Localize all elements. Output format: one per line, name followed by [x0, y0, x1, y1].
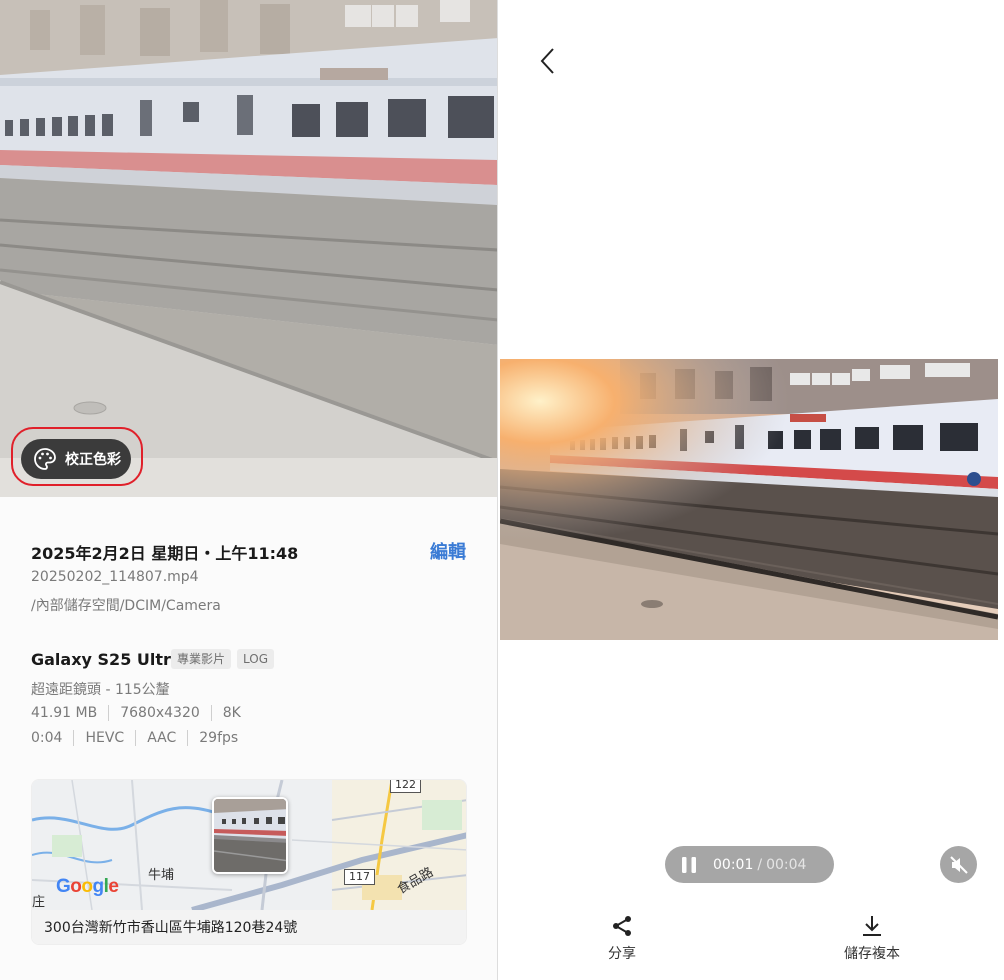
correct-color-label: 校正色彩: [65, 452, 121, 468]
video-frame[interactable]: [500, 359, 998, 640]
device-model: Galaxy S25 Ultra: [31, 650, 182, 669]
location-address: 300台灣新竹市香山區牛埔路120巷24號: [32, 910, 466, 944]
lens-info: 超遠距鏡頭 - 115公釐: [31, 682, 170, 698]
video-player-panel: 00:01 / 00:04 分享 儲存複本: [500, 0, 1004, 980]
back-arrow-icon[interactable]: [536, 45, 560, 77]
file-path: /內部儲存空間/DCIM/Camera: [31, 598, 221, 614]
playback-control[interactable]: 00:01 / 00:04: [665, 846, 834, 883]
train-photo-washed: [0, 0, 497, 497]
file-size: 41.91 MB: [31, 705, 98, 721]
time-separator: /: [757, 856, 763, 873]
file-size-row: 41.91 MB 7680x4320 8K: [31, 705, 252, 721]
mute-button[interactable]: [940, 846, 977, 883]
duration: 0:04: [31, 730, 63, 746]
quality-label: 8K: [210, 705, 252, 721]
location-thumbnail: [212, 797, 288, 874]
speaker-muted-icon: [949, 855, 968, 874]
road-number-badge: 117: [344, 869, 375, 885]
correct-color-button[interactable]: 校正色彩: [21, 439, 131, 479]
frame-rate: 29fps: [187, 730, 249, 746]
map-place-label: 庄: [32, 895, 46, 910]
edit-details-button[interactable]: 編輯: [430, 538, 466, 564]
map-place-label: 牛埔: [148, 868, 175, 883]
video-codec: HEVC: [73, 730, 135, 746]
capture-datetime: 2025年2月2日 星期日・上午11:48: [31, 544, 299, 563]
palette-icon: [34, 448, 56, 470]
washed-out-video-frame: [0, 0, 497, 497]
log-tag: LOG: [237, 649, 275, 669]
file-name: 20250202_114807.mp4: [31, 569, 199, 585]
location-map-card[interactable]: 122 117 牛埔 食品路 庄 Google 300台灣新竹市香山區牛埔路12…: [31, 779, 467, 945]
video-details-panel: 校正色彩 2025年2月2日 星期日・上午11:48 編輯 20250202_1…: [0, 0, 498, 980]
total-time: 00:04: [766, 856, 807, 873]
save-copy-label: 儲存複本: [844, 946, 900, 962]
save-copy-button[interactable]: 儲存複本: [844, 915, 900, 963]
road-number-badge: 122: [390, 780, 421, 793]
train-video-still: [500, 359, 998, 640]
share-label: 分享: [608, 946, 636, 962]
thumbnail-train-image: [214, 799, 286, 872]
download-icon: [863, 916, 881, 936]
google-logo: Google: [56, 876, 119, 897]
pro-video-tag: 專業影片: [171, 649, 232, 669]
audio-codec: AAC: [135, 730, 187, 746]
share-icon: [613, 916, 631, 936]
current-time: 00:01: [713, 856, 754, 873]
format-row: 0:04 HEVC AAC 29fps: [31, 730, 249, 746]
resolution: 7680x4320: [108, 705, 211, 721]
share-button[interactable]: 分享: [608, 915, 636, 963]
pause-icon[interactable]: [681, 856, 697, 874]
